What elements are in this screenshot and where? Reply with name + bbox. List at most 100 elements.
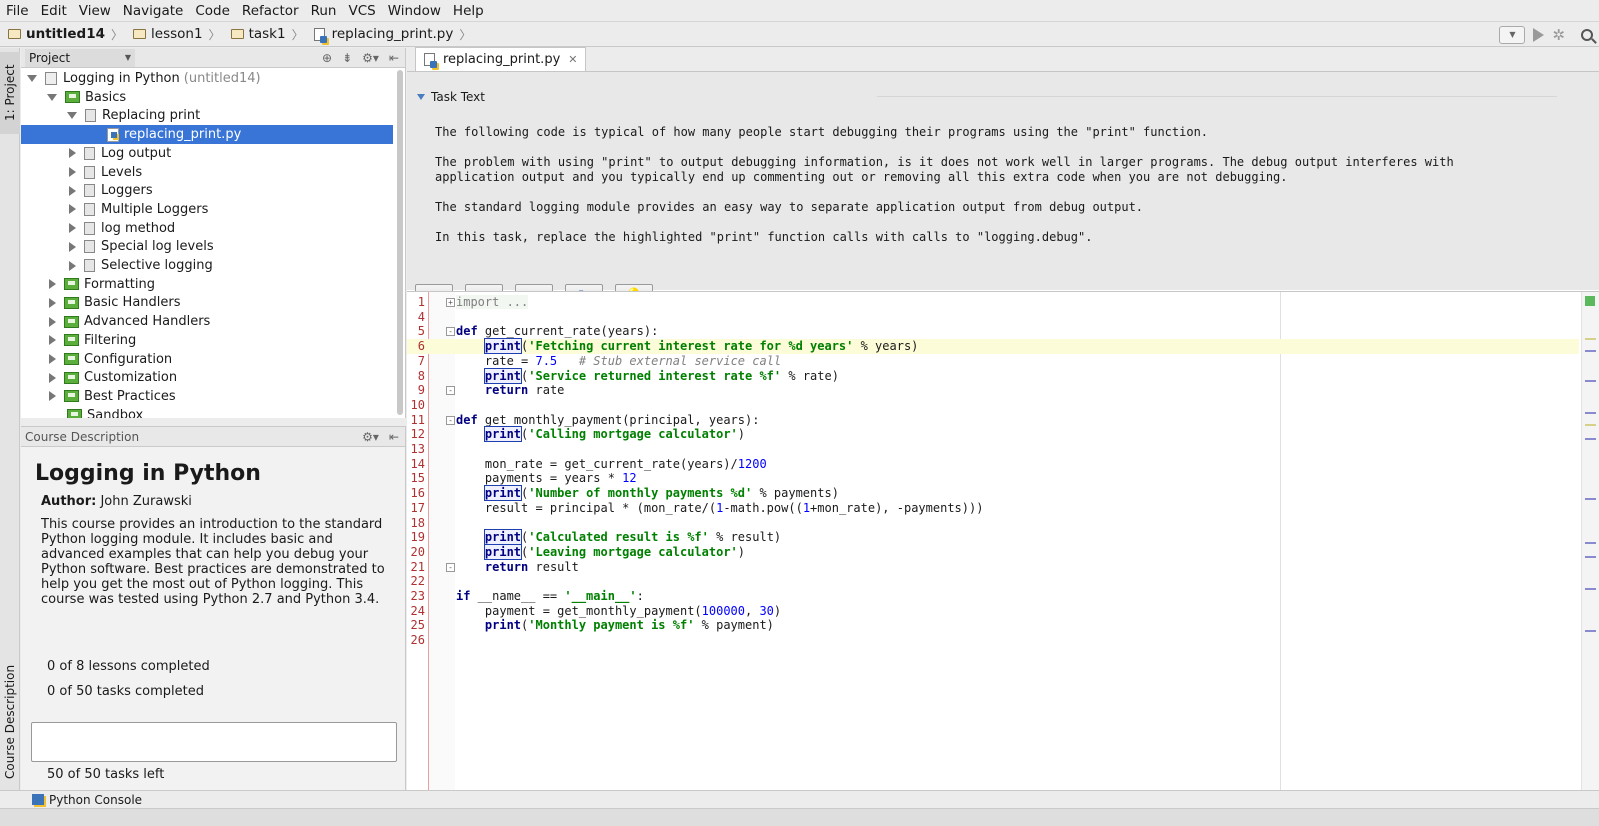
- tree-item[interactable]: Basics: [21, 88, 393, 107]
- tree-item[interactable]: Configuration: [21, 350, 393, 369]
- expand-right-icon[interactable]: [69, 148, 76, 159]
- project-tool-tab[interactable]: 1: Project: [0, 52, 20, 134]
- menu-view[interactable]: View: [73, 3, 117, 19]
- expand-down-icon[interactable]: [47, 93, 57, 101]
- expand-down-icon[interactable]: [27, 75, 37, 82]
- fold-collapse-icon[interactable]: -: [446, 386, 455, 396]
- run-config-dropdown[interactable]: ▼: [1499, 25, 1526, 44]
- menu-code[interactable]: Code: [189, 3, 236, 19]
- tree-item[interactable]: Selective logging: [21, 256, 393, 275]
- code-line[interactable]: 1 + import ...: [407, 295, 1579, 310]
- code-line[interactable]: 11 - def get_monthly_payment(principal, ye…: [407, 413, 1579, 428]
- expand-right-icon[interactable]: [69, 241, 76, 252]
- expand-right-icon[interactable]: [49, 354, 56, 364]
- tree-item[interactable]: Special log levels: [21, 237, 393, 256]
- hide-panel-icon[interactable]: ⇤: [389, 430, 399, 444]
- expand-down-icon[interactable]: [67, 112, 77, 120]
- tree-scrollbar[interactable]: [397, 70, 403, 415]
- code-line[interactable]: 25 print('Monthly payment is %f' % payme…: [407, 618, 1579, 633]
- code-line[interactable]: 26: [407, 633, 1579, 648]
- code-line[interactable]: 16 print('Number of monthly payments %d'…: [407, 485, 1579, 502]
- code-line[interactable]: 8 print('Service returned interest rate …: [407, 367, 1579, 384]
- code-line[interactable]: 21 - return result: [407, 560, 1579, 575]
- fold-expand-icon[interactable]: +: [446, 298, 455, 307]
- code-line[interactable]: 15 payments = years * 12: [407, 471, 1579, 486]
- usage-marker[interactable]: [1585, 412, 1596, 414]
- code-line[interactable]: 24 payment = get_monthly_payment(100000,…: [407, 604, 1579, 619]
- menu-refactor[interactable]: Refactor: [236, 3, 305, 19]
- code-line[interactable]: 12 print('Calling mortgage calculator'): [407, 426, 1579, 443]
- code-line[interactable]: 22: [407, 574, 1579, 589]
- menu-file[interactable]: File: [0, 3, 35, 19]
- expand-right-icon[interactable]: [69, 167, 76, 177]
- tree-item[interactable]: Loggers: [21, 181, 393, 200]
- expand-right-icon[interactable]: [69, 223, 76, 234]
- menu-navigate[interactable]: Navigate: [117, 3, 190, 19]
- project-view-selector[interactable]: Project ▼: [25, 48, 135, 67]
- close-icon[interactable]: ✕: [568, 53, 577, 66]
- usage-marker[interactable]: [1585, 438, 1596, 440]
- fold-collapse-icon[interactable]: -: [446, 327, 455, 337]
- menu-window[interactable]: Window: [382, 3, 447, 19]
- code-editor[interactable]: 1 + import ... 4 5- def get_current_rate(year…: [407, 291, 1599, 791]
- expand-right-icon[interactable]: [49, 297, 56, 308]
- code-line[interactable]: 10: [407, 398, 1579, 413]
- hide-panel-icon[interactable]: ⇤: [389, 51, 399, 65]
- code-line[interactable]: 20 print('Leaving mortgage calculator'): [407, 543, 1579, 560]
- expand-right-icon[interactable]: [69, 204, 76, 215]
- breadcrumb-item[interactable]: task1 〉: [223, 26, 306, 43]
- collapse-all-icon[interactable]: ⇟: [342, 51, 352, 65]
- python-console-button[interactable]: Python Console: [49, 793, 142, 807]
- breadcrumb-item[interactable]: replacing_print.py 〉: [306, 26, 474, 43]
- gear-icon[interactable]: ⚙▾: [362, 430, 379, 444]
- tree-item[interactable]: Log output: [21, 144, 393, 163]
- warning-marker[interactable]: [1585, 424, 1596, 426]
- breadcrumb-item[interactable]: lesson1 〉: [125, 26, 223, 43]
- expand-right-icon[interactable]: [49, 372, 56, 383]
- code-line[interactable]: 6 print('Fetching current interest rate …: [407, 338, 1579, 355]
- expand-right-icon[interactable]: [49, 316, 56, 327]
- tree-item[interactable]: Advanced Handlers: [21, 312, 393, 331]
- gear-icon[interactable]: ⚙▾: [362, 51, 379, 65]
- tree-item[interactable]: Customization: [21, 368, 393, 387]
- usage-marker[interactable]: [1585, 630, 1596, 632]
- debug-icon[interactable]: ✲: [1552, 26, 1565, 44]
- code-line[interactable]: 14 mon_rate = get_current_rate(years)/12…: [407, 457, 1579, 472]
- breadcrumb-item[interactable]: untitled14 〉: [0, 26, 125, 43]
- warning-marker[interactable]: [1585, 338, 1596, 340]
- code-line[interactable]: 9 - return rate: [407, 383, 1579, 398]
- search-icon[interactable]: [1581, 28, 1593, 41]
- tree-item[interactable]: Multiple Loggers: [21, 200, 393, 219]
- tree-item[interactable]: Replacing print: [21, 106, 393, 125]
- editor-tab-replacing-print[interactable]: replacing_print.py ✕: [415, 47, 587, 71]
- tree-item[interactable]: Basic Handlers: [21, 293, 393, 312]
- code-line[interactable]: 23 if __name__ == '__main__':: [407, 589, 1579, 604]
- code-line[interactable]: 19 print('Calculated result is %f' % res…: [407, 529, 1579, 546]
- usage-marker[interactable]: [1585, 542, 1596, 544]
- menu-edit[interactable]: Edit: [35, 3, 73, 19]
- inspection-ok-icon[interactable]: [1585, 296, 1595, 306]
- code-line[interactable]: 7 rate = 7.5 # Stub external service cal…: [407, 354, 1579, 369]
- tree-item[interactable]: log method: [21, 219, 393, 238]
- expand-right-icon[interactable]: [49, 279, 56, 290]
- locate-icon[interactable]: ⊕: [322, 51, 332, 65]
- course-description-tool-tab[interactable]: Course Description: [0, 660, 20, 784]
- run-icon[interactable]: [1533, 27, 1545, 42]
- expand-right-icon[interactable]: [69, 185, 76, 196]
- usage-marker[interactable]: [1585, 380, 1596, 382]
- usage-marker[interactable]: [1585, 588, 1596, 590]
- tree-item[interactable]: Sandbox: [21, 406, 393, 418]
- code-line[interactable]: 4: [407, 310, 1579, 325]
- code-line[interactable]: 5 - def get_current_rate(years):: [407, 324, 1579, 339]
- code-line[interactable]: 13: [407, 442, 1579, 457]
- usage-marker[interactable]: [1585, 350, 1596, 352]
- expand-right-icon[interactable]: [49, 391, 56, 402]
- tree-item[interactable]: Formatting: [21, 275, 393, 294]
- code-line[interactable]: 17 result = principal * (mon_rate/(1-mat…: [407, 501, 1579, 516]
- menu-help[interactable]: Help: [447, 3, 490, 19]
- tree-item[interactable]: Levels: [21, 163, 393, 182]
- expand-right-icon[interactable]: [49, 335, 56, 346]
- tree-item[interactable]: replacing_print.py: [21, 125, 393, 145]
- fold-collapse-icon[interactable]: -: [446, 415, 455, 425]
- usage-marker[interactable]: [1585, 556, 1596, 558]
